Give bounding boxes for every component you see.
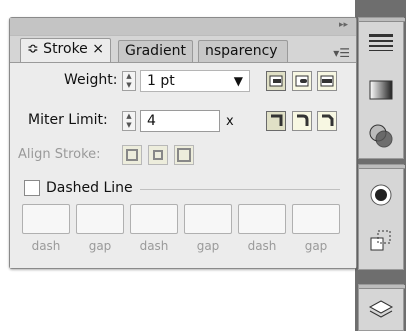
- butt-cap-button[interactable]: [266, 71, 286, 91]
- weight-value: 1 pt: [147, 73, 175, 89]
- stroke-panel: ▸▸ ≎ Stroke × Gradient nsparency ▾☰ Weig…: [9, 17, 357, 269]
- gradient-panel-icon[interactable]: [364, 74, 398, 106]
- appearance-panel-icon[interactable]: [364, 179, 398, 211]
- dash-field-3[interactable]: [238, 204, 286, 234]
- tab-transparency[interactable]: nsparency: [198, 40, 288, 62]
- gap-label-2: gap: [196, 239, 220, 253]
- round-join-button[interactable]: [292, 111, 312, 131]
- panel-title-bar[interactable]: ▸▸: [10, 18, 356, 36]
- dashed-divider: [140, 189, 340, 190]
- chevron-down-icon[interactable]: ▼: [234, 74, 243, 88]
- gap-label-3: gap: [304, 239, 328, 253]
- dash-label-2: dash: [139, 239, 169, 253]
- align-center-button[interactable]: [122, 145, 142, 165]
- dock-group-1: [358, 17, 405, 159]
- panel-menu-icon[interactable]: ▾☰: [333, 46, 350, 60]
- projecting-cap-button[interactable]: [317, 71, 337, 91]
- dock-grip-2[interactable]: [359, 165, 405, 169]
- gap-field-1[interactable]: [76, 204, 124, 234]
- stroke-panel-icon[interactable]: [364, 26, 398, 58]
- weight-stepper[interactable]: ▲ ▼: [122, 71, 136, 91]
- align-inside-button[interactable]: [148, 145, 168, 165]
- dock-group-3: [358, 284, 405, 331]
- gap-field-2[interactable]: [184, 204, 232, 234]
- dashed-line-checkbox[interactable]: [24, 180, 40, 196]
- dash-label-1: dash: [31, 239, 61, 253]
- gap-field-3[interactable]: [292, 204, 340, 234]
- dock-grip[interactable]: [359, 18, 405, 22]
- miter-limit-label: Miter Limit:: [28, 112, 108, 128]
- weight-label: Weight:: [64, 72, 118, 88]
- dashed-line-label: Dashed Line: [46, 180, 133, 196]
- layers-panel-icon[interactable]: [364, 293, 398, 325]
- align-outside-button[interactable]: [174, 145, 194, 165]
- dock-group-2: [358, 164, 405, 270]
- gap-label-1: gap: [88, 239, 112, 253]
- dash-label-3: dash: [247, 239, 277, 253]
- dock-grip-3[interactable]: [359, 285, 405, 289]
- tab-stroke[interactable]: ≎ Stroke ×: [20, 38, 111, 62]
- miter-unit: x: [226, 114, 234, 129]
- round-cap-button[interactable]: [292, 71, 312, 91]
- dash-field-2[interactable]: [130, 204, 178, 234]
- tab-gradient[interactable]: Gradient: [118, 40, 193, 62]
- collapse-arrows-icon[interactable]: ▸▸: [339, 20, 348, 30]
- transparency-panel-icon[interactable]: [364, 120, 398, 152]
- stroke-content: Weight: ▲▼ 1 pt ▼ Miter Limit: ▲▼ 4 x: [10, 63, 356, 268]
- bevel-join-button[interactable]: [317, 111, 337, 131]
- miter-limit-value: 4: [147, 113, 156, 129]
- weight-field[interactable]: 1 pt ▼: [140, 70, 250, 92]
- miter-join-button[interactable]: [266, 111, 286, 131]
- miter-stepper[interactable]: ▲ ▼: [122, 111, 136, 131]
- align-stroke-label: Align Stroke:: [18, 147, 101, 162]
- miter-limit-field[interactable]: 4: [140, 110, 220, 132]
- dash-field-1[interactable]: [22, 204, 70, 234]
- graphic-styles-panel-icon[interactable]: [364, 225, 398, 257]
- right-dock: [355, 0, 406, 331]
